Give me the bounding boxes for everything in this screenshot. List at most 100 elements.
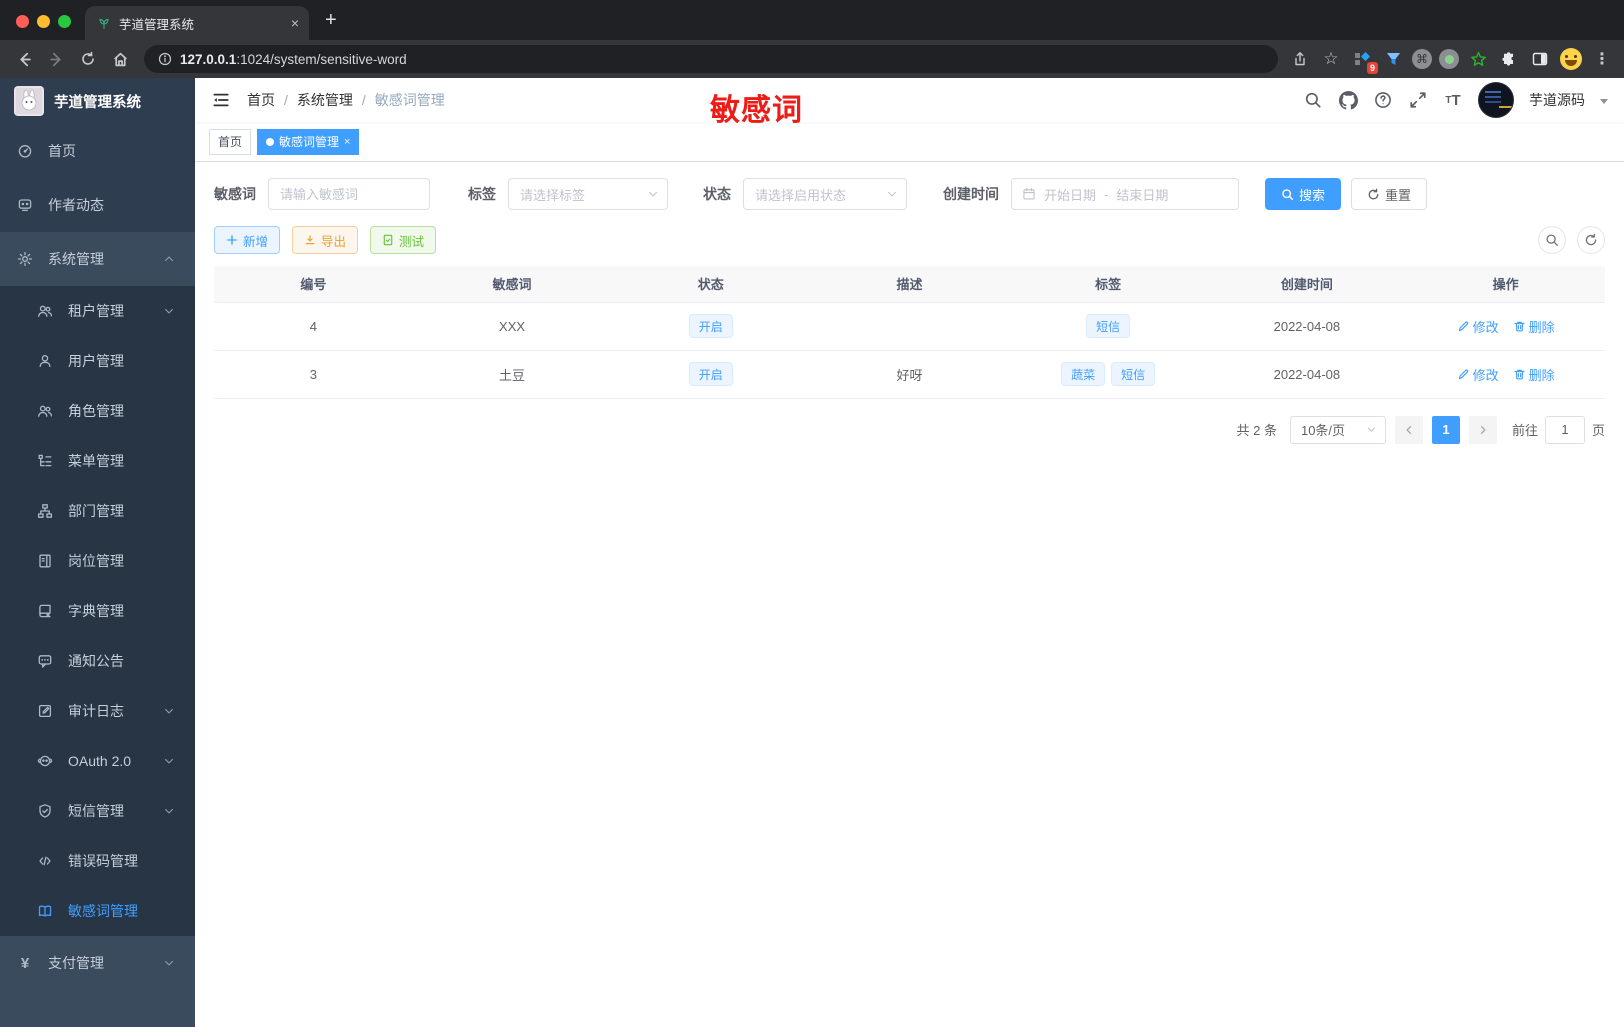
- status-select[interactable]: 请选择启用状态: [743, 178, 907, 210]
- sidebar-item-4[interactable]: 用户管理: [0, 336, 195, 386]
- recorder-extension-icon[interactable]: [1439, 49, 1459, 69]
- breadcrumb-home[interactable]: 首页: [247, 90, 275, 110]
- column-header-0: 编号: [214, 266, 413, 303]
- sidebar-item-16[interactable]: ¥ 支付管理: [0, 936, 195, 990]
- cell-created: 2022-04-08: [1207, 350, 1407, 399]
- sidebar-item-3[interactable]: 租户管理: [0, 286, 195, 336]
- funnel-extension-icon[interactable]: [1381, 47, 1405, 71]
- prev-page-icon[interactable]: [1394, 415, 1423, 444]
- refresh-icon: [1367, 188, 1380, 201]
- search-icon: [1281, 188, 1294, 201]
- status-label: 状态: [703, 186, 731, 202]
- menutree-icon: [37, 453, 53, 469]
- goto-page-input[interactable]: [1544, 415, 1585, 444]
- command-extension-icon[interactable]: ⌘: [1412, 49, 1432, 69]
- browser-menu-icon[interactable]: ⋮: [1590, 47, 1614, 71]
- table-header-row: 编号 敏感词 状态 描述 标签 创建时间 操作: [214, 266, 1605, 303]
- sidebar-item-label: 部门管理: [68, 503, 124, 519]
- reset-button[interactable]: 重置: [1351, 178, 1428, 210]
- github-icon[interactable]: [1338, 90, 1358, 110]
- back-icon[interactable]: [10, 45, 38, 73]
- sidebar-item-label: 支付管理: [48, 955, 104, 971]
- page-unit-label: 页: [1591, 423, 1605, 438]
- notice-icon: [37, 653, 53, 669]
- sidebar-item-13[interactable]: 短信管理: [0, 786, 195, 836]
- cell-id: 3: [214, 350, 413, 399]
- tag-view-home[interactable]: 首页: [209, 128, 252, 155]
- sidebar-item-10[interactable]: 通知公告: [0, 636, 195, 686]
- cell-id: 4: [214, 302, 413, 351]
- window-controls[interactable]: [0, 15, 85, 40]
- search-button[interactable]: 搜索: [1265, 178, 1342, 210]
- test-button[interactable]: 测试: [370, 226, 437, 254]
- search-icon[interactable]: [1303, 90, 1323, 110]
- delete-link[interactable]: 删除: [1513, 365, 1555, 384]
- sidebar-item-14[interactable]: 错误码管理: [0, 836, 195, 886]
- share-icon[interactable]: [1288, 47, 1312, 71]
- bookmark-star-icon[interactable]: ☆: [1319, 47, 1343, 71]
- date-range-picker[interactable]: 开始日期 - 结束日期: [1011, 178, 1239, 210]
- new-tab-button[interactable]: +: [309, 9, 337, 40]
- user-avatar[interactable]: [1478, 82, 1514, 118]
- sidebar-item-label: 短信管理: [68, 803, 124, 819]
- extensions-puzzle-icon[interactable]: [1497, 47, 1521, 71]
- action-toolbar: 新增 导出 测试: [214, 226, 1605, 254]
- side-panel-icon[interactable]: [1528, 47, 1552, 71]
- fullscreen-icon[interactable]: [1408, 90, 1428, 110]
- profile-avatar-icon[interactable]: [1559, 47, 1583, 71]
- sidebar-item-8[interactable]: 岗位管理: [0, 536, 195, 586]
- cell-tags: 蔬菜 短信: [1008, 350, 1208, 399]
- shield-icon: [37, 803, 53, 819]
- sidebar-item-2[interactable]: 系统管理: [0, 232, 195, 286]
- next-page-icon[interactable]: [1468, 415, 1497, 444]
- sidebar-item-1[interactable]: 作者动态: [0, 178, 195, 232]
- reload-icon[interactable]: [74, 45, 102, 73]
- add-button[interactable]: 新增: [214, 226, 281, 254]
- tag-select[interactable]: 请选择标签: [508, 178, 668, 210]
- help-icon[interactable]: [1373, 90, 1393, 110]
- refresh-table-icon[interactable]: [1577, 226, 1605, 254]
- delete-link[interactable]: 删除: [1513, 317, 1555, 336]
- sidebar-item-active-15[interactable]: 敏感词管理: [0, 886, 195, 936]
- sidebar-item-12[interactable]: OAuth 2.0: [0, 736, 195, 786]
- active-dot-icon: [266, 137, 275, 146]
- forward-icon[interactable]: [42, 45, 70, 73]
- font-size-icon[interactable]: TT: [1443, 90, 1463, 110]
- sidebar-item-5[interactable]: 角色管理: [0, 386, 195, 436]
- sidebar-item-label: 敏感词管理: [68, 903, 138, 919]
- sidebar-item-label: 系统管理: [48, 251, 104, 267]
- breadcrumb-system[interactable]: 系统管理: [297, 90, 353, 110]
- sidebar-item-9[interactable]: 字典管理: [0, 586, 195, 636]
- address-bar[interactable]: 127.0.0.1:1024/system/sensitive-word: [144, 45, 1278, 73]
- tab-close-icon[interactable]: ×: [291, 15, 299, 31]
- total-count: 共 2 条: [1236, 423, 1277, 438]
- postcard-icon: [37, 553, 53, 569]
- toggle-search-icon[interactable]: [1538, 226, 1566, 254]
- window-close-button[interactable]: [16, 15, 29, 28]
- sidebar-item-11[interactable]: 审计日志: [0, 686, 195, 736]
- export-button[interactable]: 导出: [292, 226, 359, 254]
- sidebar-item-7[interactable]: 部门管理: [0, 486, 195, 536]
- tag-view-sensitive-word[interactable]: 敏感词管理 ×: [257, 128, 360, 155]
- table-row: 3 土豆 开启 好呀 蔬菜 短信 2022-04-08 修改 删除: [214, 350, 1605, 399]
- sidebar-item-6[interactable]: 菜单管理: [0, 436, 195, 486]
- username[interactable]: 芋道源码: [1529, 90, 1585, 110]
- url-host: 127.0.0.1: [180, 51, 237, 67]
- site-info-icon[interactable]: [158, 52, 172, 66]
- page-size-select[interactable]: 10条/页: [1289, 415, 1386, 444]
- browser-tab[interactable]: 芋道管理系统 ×: [85, 6, 309, 40]
- window-zoom-button[interactable]: [58, 15, 71, 28]
- edit-link[interactable]: 修改: [1457, 317, 1499, 336]
- home-icon[interactable]: [106, 45, 134, 73]
- cell-status: 开启: [611, 302, 811, 351]
- hamburger-icon[interactable]: [203, 82, 239, 118]
- keyword-input[interactable]: [280, 186, 418, 202]
- user-menu-caret-icon[interactable]: [1600, 99, 1608, 104]
- page-number-1[interactable]: 1: [1431, 415, 1460, 444]
- extension-grid-icon[interactable]: 9: [1350, 47, 1378, 74]
- edit-link[interactable]: 修改: [1457, 365, 1499, 384]
- window-minimize-button[interactable]: [37, 15, 50, 28]
- tag-close-icon[interactable]: ×: [344, 136, 350, 148]
- sidebar-item-0[interactable]: 首页: [0, 124, 195, 178]
- green-star-extension-icon[interactable]: [1466, 47, 1490, 71]
